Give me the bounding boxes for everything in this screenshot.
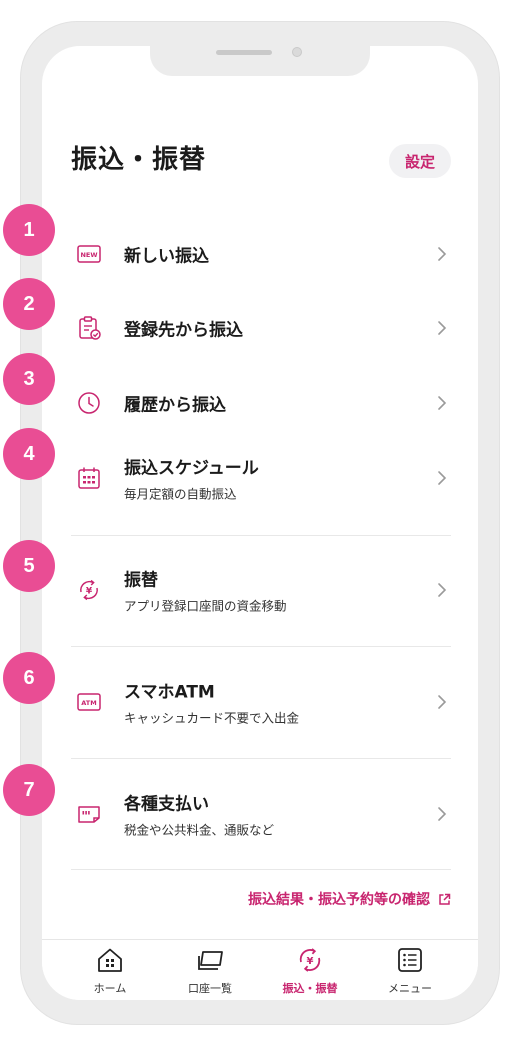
chevron-right-icon: [438, 471, 447, 485]
yen-transfer-icon: ¥: [299, 948, 321, 972]
atm-text: ATM: [81, 699, 96, 707]
list-menu-icon: [398, 948, 422, 972]
step-badge: 6: [3, 652, 55, 704]
transfer-results-link[interactable]: 振込結果・振込予約等の確認: [248, 889, 451, 909]
step-badge: 5: [3, 540, 55, 592]
menu-item-title: 各種支払い: [124, 794, 209, 815]
step-badge: 3: [3, 353, 55, 405]
home-icon: [98, 948, 122, 972]
chevron-right-icon: [438, 695, 447, 709]
new-badge-text: NEW: [80, 251, 97, 259]
menu-item-transfer-schedule[interactable]: 振込スケジュール 毎月定額の自動振込: [71, 448, 451, 508]
chevron-right-icon: [438, 247, 447, 261]
step-badge: 4: [3, 428, 55, 480]
phone-notch: [150, 46, 370, 76]
yen-symbol: ¥: [307, 956, 314, 967]
menu-item-title: 振替: [124, 570, 158, 591]
external-link-icon: [439, 893, 451, 905]
front-camera: [292, 47, 302, 57]
tab-label: 振込・振替: [282, 982, 338, 995]
new-badge-icon: NEW: [77, 245, 101, 263]
menu-item-account-transfer[interactable]: ¥ 振替 アプリ登録口座間の資金移動: [71, 560, 451, 620]
speaker-grille: [216, 50, 272, 55]
divider: [71, 869, 451, 870]
divider: [71, 535, 451, 536]
menu-item-smartphone-atm[interactable]: ATM スマホATM キャッシュカード不要で入出金: [71, 672, 451, 732]
tab-label: 口座一覧: [188, 982, 232, 995]
divider: [71, 758, 451, 759]
atm-icon: ATM: [77, 693, 101, 711]
menu-item-history-transfer[interactable]: 履歴から振込: [71, 373, 451, 433]
step-badge: 1: [3, 204, 55, 256]
menu-item-title: 履歴から振込: [124, 395, 226, 416]
menu-item-title: 登録先から振込: [124, 320, 243, 341]
menu-item-subtitle: 毎月定額の自動振込: [124, 486, 237, 502]
settings-button[interactable]: 設定: [389, 144, 451, 178]
app-screen: 振込・振替 設定 NEW 新しい振込 登録先から振込 履歴から振込 振込スケジュ…: [42, 46, 478, 1000]
clipboard-check-icon: [79, 316, 101, 340]
yen-symbol: ¥: [86, 587, 93, 597]
calendar-icon: [78, 467, 100, 489]
menu-item-subtitle: 税金や公共料金、通販など: [124, 822, 275, 838]
step-badge: 2: [3, 278, 55, 330]
chevron-right-icon: [438, 807, 447, 821]
chevron-right-icon: [438, 321, 447, 335]
bill-icon: [78, 806, 100, 823]
menu-item-new-transfer[interactable]: NEW 新しい振込: [71, 224, 451, 284]
menu-item-subtitle: アプリ登録口座間の資金移動: [124, 598, 287, 614]
menu-item-subtitle: キャッシュカード不要で入出金: [124, 710, 300, 726]
menu-item-registered-transfer[interactable]: 登録先から振込: [71, 298, 451, 358]
clock-icon: [78, 392, 100, 414]
chevron-right-icon: [438, 396, 447, 410]
menu-item-title: 新しい振込: [124, 246, 209, 267]
tab-home[interactable]: ホーム: [60, 946, 160, 998]
tab-label: ホーム: [93, 982, 127, 995]
tab-transfer[interactable]: ¥ 振込・振替: [260, 946, 360, 998]
phone-frame: 振込・振替 設定 NEW 新しい振込 登録先から振込 履歴から振込 振込スケジュ…: [21, 22, 499, 1024]
divider: [71, 646, 451, 647]
passbook-icon: [198, 951, 223, 970]
chevron-right-icon: [438, 583, 447, 597]
page-title: 振込・振替: [71, 145, 207, 175]
bottom-tab-bar: ホーム 口座一覧 ¥ 振込・振替 メニュー: [42, 939, 478, 1000]
menu-item-title: 振込スケジュール: [124, 458, 259, 479]
menu-item-payments[interactable]: 各種支払い 税金や公共料金、通販など: [71, 784, 451, 844]
yen-transfer-icon: ¥: [80, 579, 98, 601]
menu-item-title: スマホATM: [124, 682, 215, 703]
tab-label: メニュー: [388, 982, 432, 995]
tab-menu[interactable]: メニュー: [360, 946, 460, 998]
step-badge: 7: [3, 764, 55, 816]
transfer-results-link-label: 振込結果・振込予約等の確認: [248, 892, 430, 908]
tab-accounts[interactable]: 口座一覧: [160, 946, 260, 998]
